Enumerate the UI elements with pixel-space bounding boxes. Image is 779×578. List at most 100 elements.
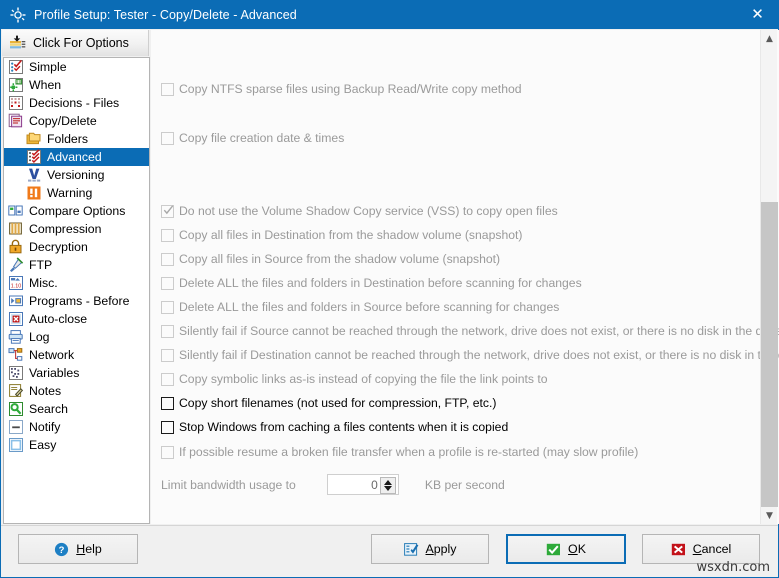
checkbox-label: Delete ALL the files and folders in Dest…	[179, 276, 582, 291]
scroll-up-icon[interactable]: ▲	[761, 30, 778, 47]
checkbox-row[interactable]: Delete ALL the files and folders in Dest…	[161, 276, 582, 291]
checkbox-unchecked-icon[interactable]	[161, 373, 174, 386]
settings-tree[interactable]: Simple 10WhenDecisions - FilesCopy/Delete…	[3, 57, 150, 524]
advanced-icon	[26, 149, 42, 165]
checkbox-row[interactable]: Silently fail if Source cannot be reache…	[161, 324, 779, 339]
checkbox-row[interactable]: Copy all files in Destination from the s…	[161, 228, 522, 243]
watermark: wsxdn.com	[697, 560, 771, 575]
spinner-up-icon[interactable]	[384, 480, 392, 485]
help-button[interactable]: ? Help	[18, 534, 138, 564]
scrollbar-thumb[interactable]	[761, 202, 778, 507]
apply-check-icon	[404, 542, 419, 557]
simple-icon	[8, 59, 24, 75]
sidebar-item-variables[interactable]: Variables	[4, 364, 149, 382]
checkbox-row[interactable]: Silently fail if Destination cannot be r…	[161, 348, 779, 363]
checkbox-row[interactable]: Copy NTFS sparse files using Backup Read…	[161, 82, 522, 97]
checkbox-unchecked-icon[interactable]	[161, 325, 174, 338]
sidebar-item-folders[interactable]: Folders	[4, 130, 149, 148]
sidebar-item-label: Versioning	[47, 168, 104, 182]
sidebar-item-misc[interactable]: 1.10Misc.	[4, 274, 149, 292]
cancel-rest: ancel	[702, 542, 732, 556]
checkbox-row[interactable]: Copy file creation date & times	[161, 131, 344, 146]
sidebar-item-notes[interactable]: Notes	[4, 382, 149, 400]
sidebar-item-log[interactable]: Log	[4, 328, 149, 346]
checkbox-row[interactable]: Stop Windows from caching a files conten…	[161, 420, 508, 435]
sidebar-item-decisions-files[interactable]: Decisions - Files	[4, 94, 149, 112]
checkbox-unchecked-icon[interactable]	[161, 277, 174, 290]
click-for-options-tab[interactable]: Click For Options	[2, 30, 149, 56]
checkbox-row[interactable]: Do not use the Volume Shadow Copy servic…	[161, 204, 558, 219]
options-list-icon	[9, 35, 26, 52]
sidebar-item-decryption[interactable]: Decryption	[4, 238, 149, 256]
dialog-footer: ? Help Apply	[1, 525, 778, 577]
sidebar-item-label: Simple	[29, 60, 67, 74]
sidebar-item-copy-delete[interactable]: Copy/Delete	[4, 112, 149, 130]
scroll-down-icon[interactable]: ▼	[761, 507, 778, 524]
decisions-files-icon	[8, 95, 24, 111]
spinner-buttons[interactable]	[380, 477, 396, 494]
sidebar-item-label: Warning	[47, 186, 92, 200]
checkbox-label: Silently fail if Destination cannot be r…	[179, 348, 779, 363]
sidebar-item-network[interactable]: Network	[4, 346, 149, 364]
sidebar-item-ftp[interactable]: FTP	[4, 256, 149, 274]
help-question-icon: ?	[54, 542, 69, 557]
sidebar-item-label: Programs - Before	[29, 294, 129, 308]
sidebar-item-when[interactable]: 10When	[4, 76, 149, 94]
sidebar-item-warning[interactable]: Warning	[4, 184, 149, 202]
bandwidth-unit-label: KB per second	[425, 478, 505, 492]
checkbox-unchecked-icon[interactable]	[161, 397, 174, 410]
checkbox-unchecked-icon[interactable]	[161, 421, 174, 434]
checkbox-checked-icon[interactable]	[161, 205, 174, 218]
sidebar-item-simple[interactable]: Simple	[4, 58, 149, 76]
checkbox-row[interactable]: Copy symbolic links as-is instead of cop…	[161, 372, 548, 387]
bandwidth-spinner[interactable]: 0	[327, 474, 399, 495]
checkbox-unchecked-icon[interactable]	[161, 132, 174, 145]
when-icon: 10	[8, 77, 24, 93]
sidebar-item-notify[interactable]: Notify	[4, 418, 149, 436]
ok-button[interactable]: OK	[506, 534, 626, 564]
close-icon[interactable]: ✕	[735, 0, 779, 29]
checkbox-row[interactable]: If possible resume a broken file transfe…	[161, 445, 638, 460]
options-tab-label: Click For Options	[33, 36, 129, 50]
sidebar-item-compare-options[interactable]: Compare Options	[4, 202, 149, 220]
sidebar-item-versioning[interactable]: Versioning	[4, 166, 149, 184]
profile-gear-icon	[10, 7, 26, 23]
network-icon	[8, 347, 24, 363]
sidebar-item-search[interactable]: Search	[4, 400, 149, 418]
help-rest: elp	[85, 542, 102, 556]
checkbox-row[interactable]: Delete ALL the files and folders in Sour…	[161, 300, 559, 315]
svg-text:1.10: 1.10	[11, 283, 22, 289]
apply-rest: pply	[434, 542, 457, 556]
advanced-options-panel: If possible resume a broken file transfe…	[151, 30, 779, 524]
sidebar-item-label: Compare Options	[29, 204, 125, 218]
checkbox-unchecked-icon[interactable]	[161, 349, 174, 362]
checkbox-unchecked-icon[interactable]	[161, 253, 174, 266]
decryption-lock-icon	[8, 239, 24, 255]
checkbox-label: Copy short filenames (not used for compr…	[179, 396, 496, 411]
checkbox-unchecked-icon[interactable]	[161, 229, 174, 242]
apply-button[interactable]: Apply	[371, 534, 489, 564]
versioning-icon	[26, 167, 42, 183]
checkbox-unchecked-icon[interactable]	[161, 301, 174, 314]
sidebar-item-label: Network	[29, 348, 74, 362]
sidebar-item-auto-close[interactable]: Auto-close	[4, 310, 149, 328]
sidebar-item-advanced[interactable]: Advanced	[4, 148, 149, 166]
cancel-button-label: Cancel	[693, 542, 732, 556]
sidebar-item-programs-before[interactable]: Programs - Before	[4, 292, 149, 310]
checkbox-label: Do not use the Volume Shadow Copy servic…	[179, 204, 558, 219]
programs-before-icon	[8, 293, 24, 309]
checkbox-row[interactable]: Copy all files in Source from the shadow…	[161, 252, 500, 267]
checkbox-label: Copy all files in Destination from the s…	[179, 228, 522, 243]
checkbox-unchecked-icon[interactable]	[161, 83, 174, 96]
checkbox-row[interactable]: Copy short filenames (not used for compr…	[161, 396, 496, 411]
ftp-icon	[8, 257, 24, 273]
content-vertical-scrollbar[interactable]: ▲ ▼	[760, 30, 777, 524]
sidebar-item-easy[interactable]: Easy	[4, 436, 149, 454]
checkbox-unchecked-icon[interactable]	[161, 446, 174, 459]
help-button-label: Help	[76, 542, 102, 556]
sidebar-item-label: Decryption	[29, 240, 88, 254]
sidebar-item-label: Folders	[47, 132, 88, 146]
sidebar-item-compression[interactable]: Compression	[4, 220, 149, 238]
spinner-down-icon[interactable]	[384, 486, 392, 491]
warning-icon	[26, 185, 42, 201]
